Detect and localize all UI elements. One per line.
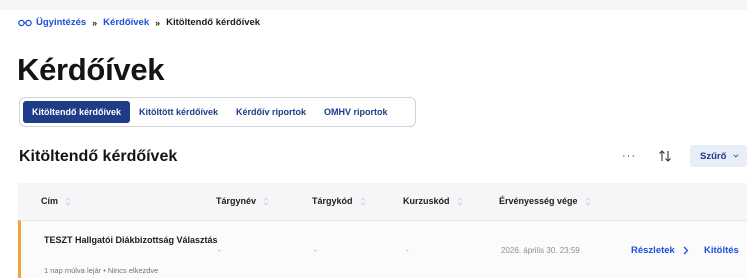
column-header-label: Kurzuskód xyxy=(403,196,450,206)
filter-button[interactable]: Szűrő xyxy=(690,145,747,167)
breadcrumb-current: Kitöltendő kérdőívek xyxy=(166,17,261,28)
column-header-targykod[interactable]: Tárgykód xyxy=(312,196,366,206)
more-options-button[interactable]: ··· xyxy=(622,150,636,162)
fill-survey-button[interactable]: Kitöltés xyxy=(704,245,739,256)
column-header-label: Tárgynév xyxy=(216,196,257,206)
survey-status-meta: 1 nap múlva lejár • Nincs elkezdve xyxy=(44,266,159,275)
sort-indicator-icon xyxy=(263,196,269,206)
sort-indicator-icon xyxy=(360,196,365,206)
details-button-label: Részletek xyxy=(631,245,675,256)
survey-title: TESZT Hallgatói Diákbizottság Választás xyxy=(44,235,218,245)
tab-omhv-riportok[interactable]: OMHV riportok xyxy=(315,101,397,123)
column-header-ervenyesseg-vege[interactable]: Érvényesség vége xyxy=(499,196,591,206)
breadcrumb-link-kerdoivek[interactable]: Kérdőívek xyxy=(103,17,149,28)
cell-ervenyesseg-vege: 2026. április 30. 23:59 xyxy=(501,246,580,255)
tab-kerdoiv-riportok[interactable]: Kérdőív riportok xyxy=(227,101,315,123)
cell-kurzuskod: - xyxy=(406,246,409,255)
column-header-label: Cím xyxy=(41,196,59,206)
page-title: Kérdőívek xyxy=(17,52,165,87)
column-header-label: Tárgykód xyxy=(312,196,353,206)
sort-arrows-icon[interactable] xyxy=(658,150,672,162)
column-header-targynev[interactable]: Tárgynév xyxy=(216,196,269,206)
sort-indicator-icon xyxy=(585,196,590,206)
filter-button-label: Szűrő xyxy=(700,150,727,162)
breadcrumb: Ügyintézés » Kérdőívek » Kitöltendő kérd… xyxy=(18,17,260,28)
tab-bar: Kitöltendő kérdőívek Kitöltött kérdőívek… xyxy=(19,97,416,127)
cell-targynev: - xyxy=(218,246,221,255)
column-header-cim[interactable]: Cím xyxy=(41,196,71,206)
details-button[interactable]: Részletek xyxy=(631,245,689,256)
cell-targykod: - xyxy=(314,246,317,255)
sort-indicator-icon xyxy=(457,196,462,206)
breadcrumb-link-ugyintezes[interactable]: Ügyintézés xyxy=(36,17,86,28)
glasses-icon[interactable] xyxy=(18,19,32,27)
top-bar xyxy=(0,0,747,10)
chevron-down-icon xyxy=(733,154,739,158)
breadcrumb-separator: » xyxy=(155,17,161,28)
tab-kitoltendo[interactable]: Kitöltendő kérdőívek xyxy=(23,101,131,123)
sort-indicator-icon xyxy=(65,196,71,206)
column-header-kurzuskod[interactable]: Kurzuskód xyxy=(403,196,463,206)
table-header: Cím Tárgynév Tárgykód Kurzuskód Érvényes… xyxy=(18,183,747,220)
tab-kitoltott[interactable]: Kitöltött kérdőívek xyxy=(130,101,227,123)
chevron-right-icon xyxy=(683,246,689,255)
table-toolbar: ··· Szűrő xyxy=(622,145,747,167)
table-row[interactable]: TESZT Hallgatói Diákbizottság Választás … xyxy=(18,220,747,278)
breadcrumb-separator: » xyxy=(92,17,98,28)
section-title: Kitöltendő kérdőívek xyxy=(19,148,178,165)
column-header-label: Érvényesség vége xyxy=(499,196,578,206)
